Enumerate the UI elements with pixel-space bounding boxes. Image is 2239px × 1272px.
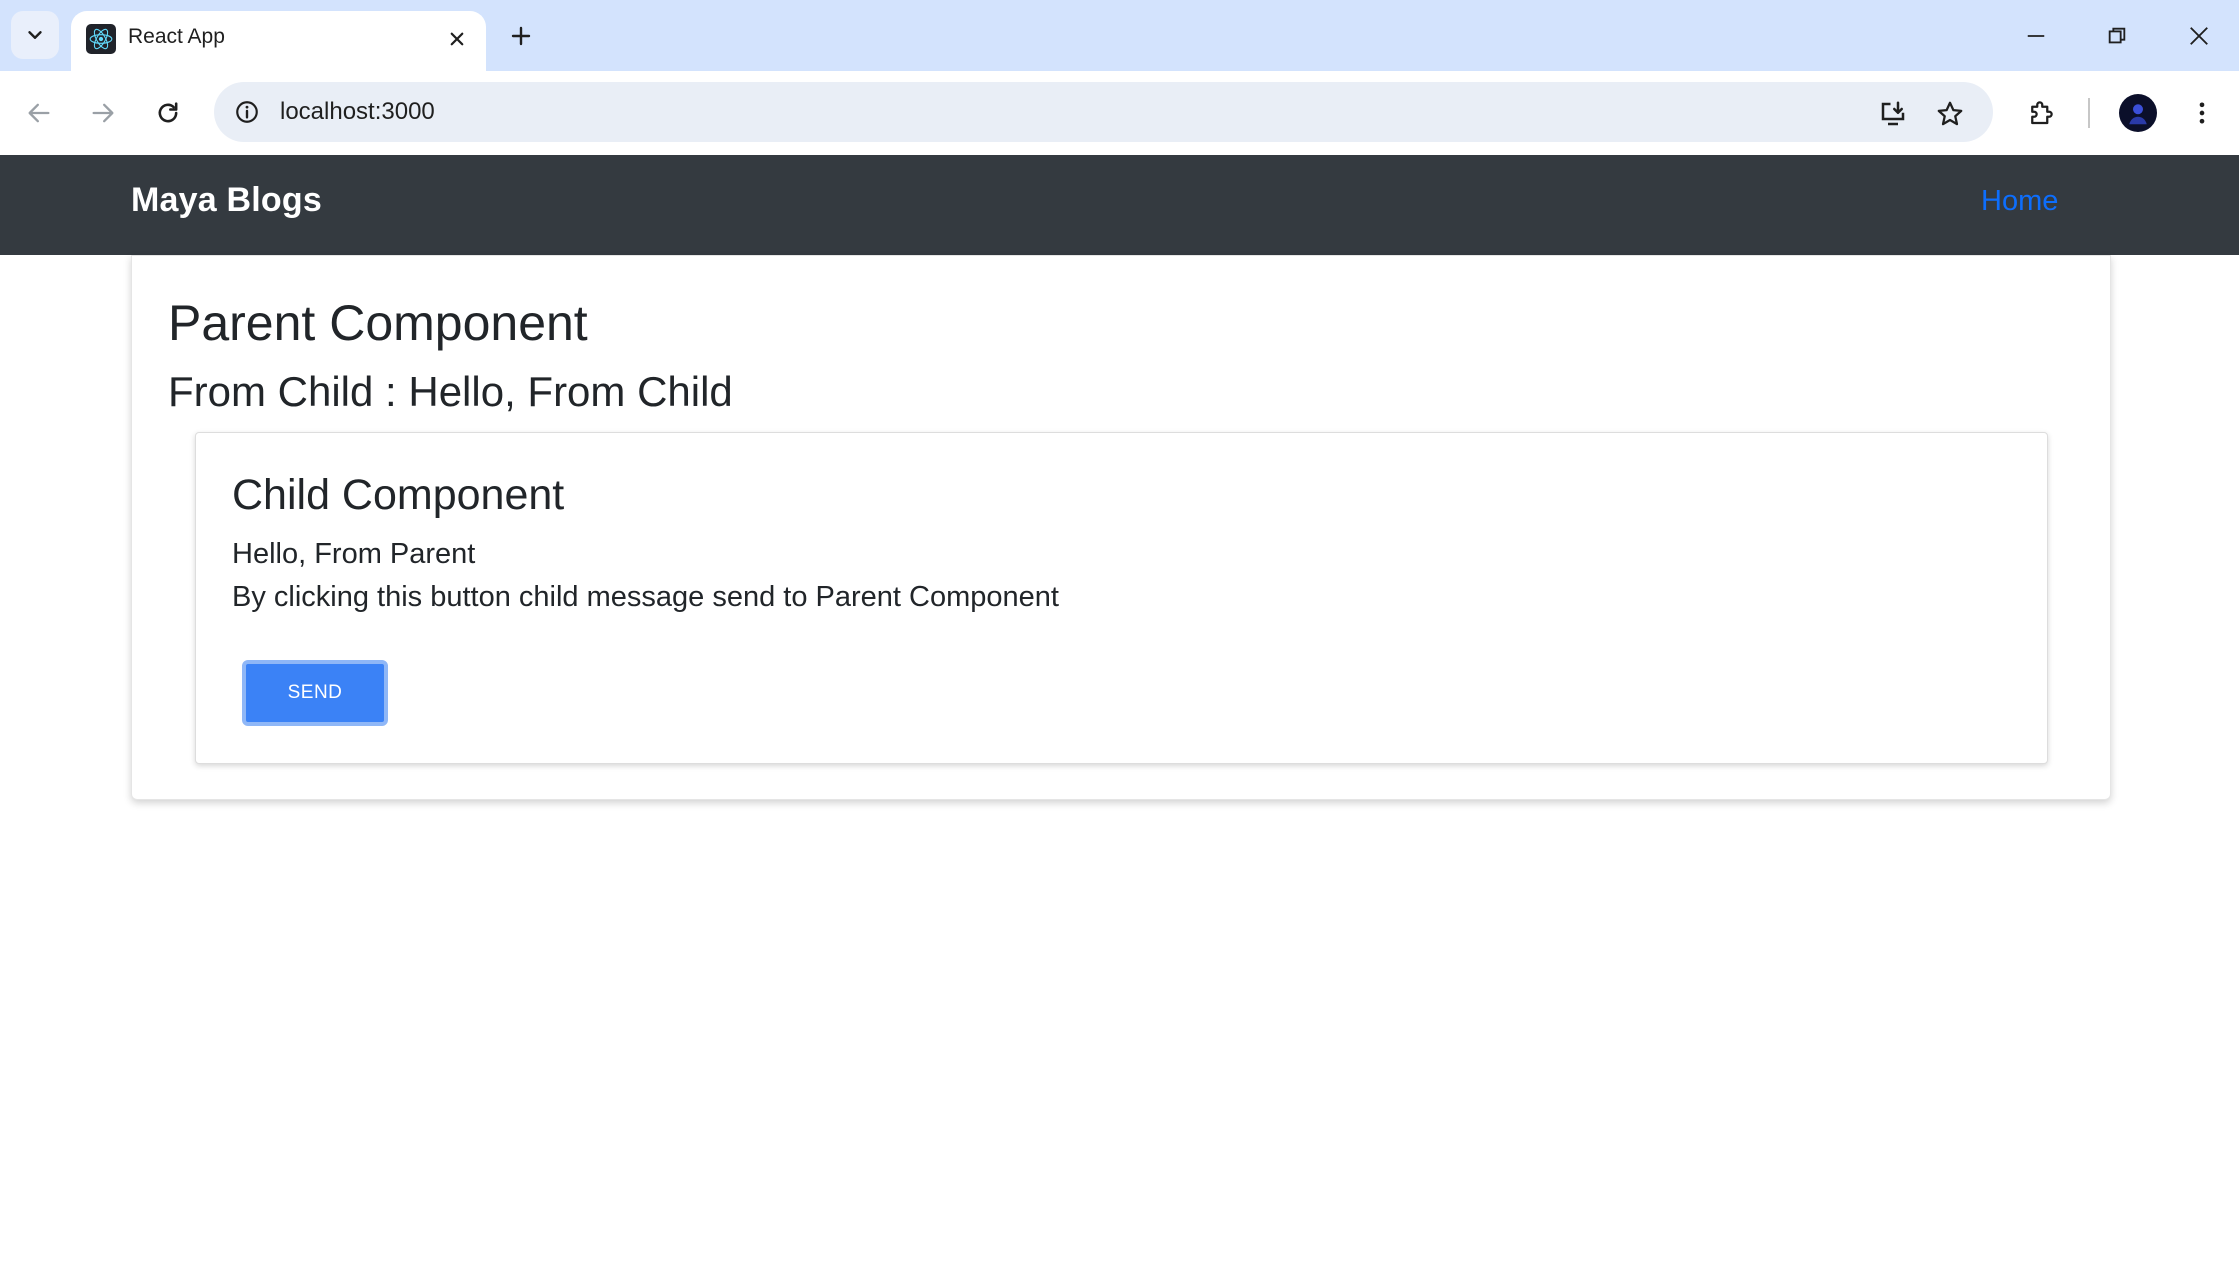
extensions-button[interactable] bbox=[2019, 91, 2063, 135]
more-vert-icon bbox=[2199, 102, 2205, 124]
profile-avatar[interactable] bbox=[2119, 94, 2157, 132]
parent-component-card: Parent Component From Child : Hello, Fro… bbox=[131, 255, 2111, 800]
parent-message: Hello, From Parent bbox=[232, 538, 476, 570]
puzzle-icon bbox=[2031, 101, 2053, 125]
nav-link-home[interactable]: Home bbox=[1981, 185, 2058, 218]
install-app-button[interactable] bbox=[1873, 94, 1913, 134]
minimize-button[interactable] bbox=[2006, 12, 2066, 60]
site-info-icon[interactable] bbox=[231, 96, 263, 128]
star-icon bbox=[1937, 101, 1963, 126]
send-button[interactable]: SEND bbox=[242, 660, 388, 726]
restore-icon bbox=[2108, 27, 2126, 44]
browser-toolbar: localhost:3000 bbox=[0, 71, 2239, 155]
profile-icon bbox=[2129, 104, 2147, 125]
close-window-button[interactable] bbox=[2169, 12, 2229, 60]
from-child-message: From Child : Hello, From Child bbox=[168, 368, 733, 415]
browser-tab-active[interactable]: React App bbox=[71, 11, 486, 71]
chevron-down-icon bbox=[28, 31, 42, 39]
url-text: localhost:3000 bbox=[280, 98, 435, 125]
reload-icon bbox=[158, 102, 178, 123]
address-bar[interactable]: localhost:3000 bbox=[214, 82, 1993, 142]
tab-title: React App bbox=[128, 25, 225, 48]
child-component-card: Child Component Hello, From Parent By cl… bbox=[195, 432, 2048, 764]
child-description: By clicking this button child message se… bbox=[232, 581, 1059, 613]
browser-tab-strip: React App bbox=[0, 0, 2239, 71]
install-app-icon bbox=[1881, 101, 1905, 126]
close-icon bbox=[450, 32, 464, 46]
restore-button[interactable] bbox=[2087, 12, 2147, 60]
forward-button[interactable] bbox=[81, 91, 125, 135]
tab-search-button[interactable] bbox=[11, 11, 59, 59]
child-title: Child Component bbox=[232, 471, 565, 519]
minimize-icon bbox=[2027, 35, 2045, 37]
app-navbar: Maya Blogs Home bbox=[0, 155, 2239, 255]
tab-close-button[interactable] bbox=[441, 23, 473, 55]
back-button[interactable] bbox=[17, 91, 61, 135]
new-tab-button[interactable] bbox=[503, 18, 539, 54]
parent-title: Parent Component bbox=[168, 295, 588, 351]
bookmark-button[interactable] bbox=[1930, 94, 1970, 134]
plus-icon bbox=[511, 26, 531, 46]
react-logo-icon bbox=[86, 24, 116, 54]
close-icon bbox=[2190, 27, 2208, 45]
reload-button[interactable] bbox=[146, 91, 190, 135]
arrow-left-icon bbox=[28, 103, 50, 123]
navbar-brand[interactable]: Maya Blogs bbox=[131, 181, 322, 220]
browser-menu-button[interactable] bbox=[2180, 91, 2224, 135]
arrow-right-icon bbox=[92, 103, 114, 123]
toolbar-divider bbox=[2088, 98, 2090, 128]
